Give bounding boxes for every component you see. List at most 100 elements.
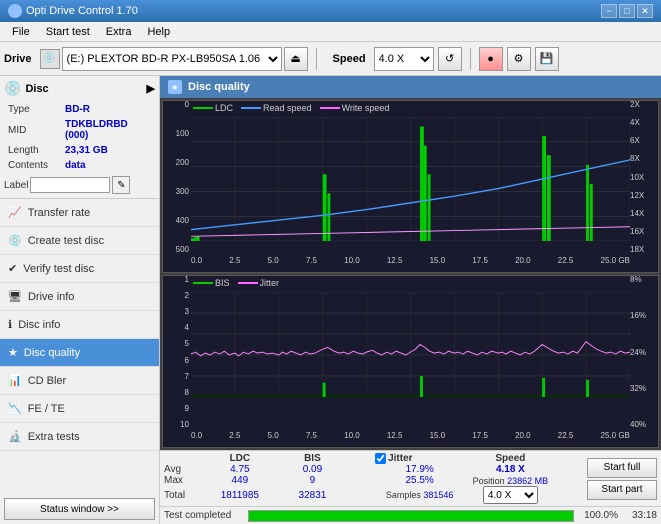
progress-bar <box>248 510 574 522</box>
chart2-svg <box>191 292 630 397</box>
drive-icon: 💿 <box>40 49 60 69</box>
ldc-color <box>193 107 213 109</box>
read-speed-color <box>241 107 261 109</box>
disc-info-icon: ℹ <box>8 318 12 331</box>
status-text: Test completed <box>164 510 244 521</box>
menu-bar: File Start test Extra Help <box>0 22 661 42</box>
save-button[interactable]: 💾 <box>535 47 559 71</box>
avg-label: Avg <box>164 464 204 475</box>
total-label: Total <box>164 486 204 504</box>
nav-create-test-disc[interactable]: 💿 Create test disc <box>0 227 159 255</box>
samples-label: Samples 381546 <box>375 486 464 504</box>
progress-row: Test completed 100.0% 33:18 <box>160 506 661 524</box>
title-bar: Opti Drive Control 1.70 − □ ✕ <box>0 0 661 22</box>
chart2-y-axis-right: 40% 32% 24% 16% 8% <box>628 276 656 429</box>
app-icon <box>8 4 22 18</box>
nav-verify-test-disc[interactable]: ✔ Verify test disc <box>0 255 159 283</box>
create-test-disc-icon: 💿 <box>8 234 22 247</box>
contents-label: Contents <box>6 159 61 172</box>
avg-jitter: 17.9% <box>375 464 464 475</box>
toolbar-separator2 <box>470 48 471 70</box>
app-title: Opti Drive Control 1.70 <box>26 5 138 17</box>
bis-color <box>193 282 213 284</box>
speed-select[interactable]: 4.0 X 1.0 X 2.0 X 6.0 X 8.0 X <box>374 47 434 71</box>
main-layout: 💿 Disc ▶ Type BD-R MID TDKBLDRBD (000) L… <box>0 76 661 524</box>
settings-button[interactable]: ⚙ <box>507 47 531 71</box>
sidebar: 💿 Disc ▶ Type BD-R MID TDKBLDRBD (000) L… <box>0 76 160 524</box>
disc-header-icon: 💿 <box>4 80 21 97</box>
mid-value: TDKBLDRBD (000) <box>63 118 153 142</box>
nav-disc-info-label: Disc info <box>18 319 60 331</box>
jitter-checkbox-container: Jitter <box>375 453 464 464</box>
chart1-x-axis: 0.0 2.5 5.0 7.5 10.0 12.5 15.0 17.5 20.0… <box>191 254 630 272</box>
legend-write-speed: Write speed <box>320 103 390 113</box>
disc-info-table: Type BD-R MID TDKBLDRBD (000) Length 23,… <box>4 101 155 174</box>
max-label: Max <box>164 475 204 486</box>
jitter-label: Jitter <box>388 453 412 464</box>
progress-bar-fill <box>249 511 573 521</box>
extra-tests-icon: 🔬 <box>8 430 22 443</box>
content-header-icon: ★ <box>168 80 182 94</box>
chart-bis: BIS Jitter 10 9 8 7 6 5 4 <box>162 275 659 448</box>
compare-button[interactable]: ● <box>479 47 503 71</box>
status-window-button[interactable]: Status window >> <box>4 498 155 520</box>
nav-cd-bler[interactable]: 📊 CD Bler <box>0 367 159 395</box>
chart1-legend: LDC Read speed Write speed <box>193 103 389 113</box>
start-full-button[interactable]: Start full <box>587 458 657 478</box>
menu-start-test[interactable]: Start test <box>38 24 98 40</box>
type-label: Type <box>6 103 61 116</box>
nav-disc-quality[interactable]: ★ Disc quality <box>0 339 159 367</box>
start-part-button[interactable]: Start part <box>587 480 657 500</box>
chart1-y-axis-right: 18X 16X 14X 12X 10X 8X 6X 4X 2X <box>628 101 656 254</box>
nav-verify-test-disc-label: Verify test disc <box>23 263 94 275</box>
nav-drive-info-label: Drive info <box>28 291 74 303</box>
position-label: Position 23862 MB <box>464 475 556 486</box>
jitter-color <box>238 282 258 284</box>
legend-jitter: Jitter <box>238 278 280 288</box>
total-bis: 32831 <box>276 486 349 504</box>
label-input[interactable] <box>30 177 110 193</box>
legend-bis: BIS <box>193 278 230 288</box>
total-ldc: 1811985 <box>204 486 277 504</box>
nav-cd-bler-label: CD Bler <box>28 375 67 387</box>
title-bar-controls: − □ ✕ <box>601 4 653 18</box>
label-edit-button[interactable]: ✎ <box>112 176 130 194</box>
nav-extra-tests-label: Extra tests <box>28 431 80 443</box>
refresh-button[interactable]: ↺ <box>438 47 462 71</box>
avg-bis: 0.09 <box>276 464 349 475</box>
col-speed: Speed <box>464 453 556 464</box>
col-bis: BIS <box>276 453 349 464</box>
cd-bler-icon: 📊 <box>8 374 22 387</box>
nav-extra-tests[interactable]: 🔬 Extra tests <box>0 423 159 451</box>
avg-ldc: 4.75 <box>204 464 277 475</box>
disc-quality-icon: ★ <box>8 346 18 359</box>
nav-transfer-rate[interactable]: 📈 Transfer rate <box>0 199 159 227</box>
length-label: Length <box>6 144 61 157</box>
minimize-button[interactable]: − <box>601 4 617 18</box>
disc-header-title: Disc <box>25 83 48 95</box>
close-button[interactable]: ✕ <box>637 4 653 18</box>
menu-help[interactable]: Help <box>139 24 178 40</box>
write-speed-color <box>320 107 340 109</box>
menu-file[interactable]: File <box>4 24 38 40</box>
drive-select[interactable]: (E:) PLEXTOR BD-R PX-LB950SA 1.06 <box>62 47 282 71</box>
eject-button[interactable]: ⏏ <box>284 47 308 71</box>
disc-header: 💿 Disc ▶ <box>4 80 155 97</box>
content-title: Disc quality <box>188 81 250 93</box>
elapsed-time: 33:18 <box>622 510 657 521</box>
nav-drive-info[interactable]: 🖥 Drive info <box>0 283 159 311</box>
stats-row-max: Max 449 9 25.5% Position 23862 MB <box>164 475 583 486</box>
jitter-checkbox[interactable] <box>375 453 386 464</box>
disc-expand-icon[interactable]: ▶ <box>147 82 155 95</box>
verify-test-disc-icon: ✔ <box>8 262 17 275</box>
nav-disc-info[interactable]: ℹ Disc info <box>0 311 159 339</box>
action-buttons: Start full Start part <box>587 458 657 500</box>
nav-fe-te[interactable]: 📉 FE / TE <box>0 395 159 423</box>
maximize-button[interactable]: □ <box>619 4 635 18</box>
max-bis: 9 <box>276 475 349 486</box>
title-bar-title: Opti Drive Control 1.70 <box>8 4 138 18</box>
stats-speed-select[interactable]: 4.0 X 1.0 X 2.0 X 6.0 X <box>483 486 538 504</box>
type-value: BD-R <box>63 103 153 116</box>
chart1-y-axis-left: 500 400 300 200 100 0 <box>163 101 191 254</box>
menu-extra[interactable]: Extra <box>98 24 140 40</box>
